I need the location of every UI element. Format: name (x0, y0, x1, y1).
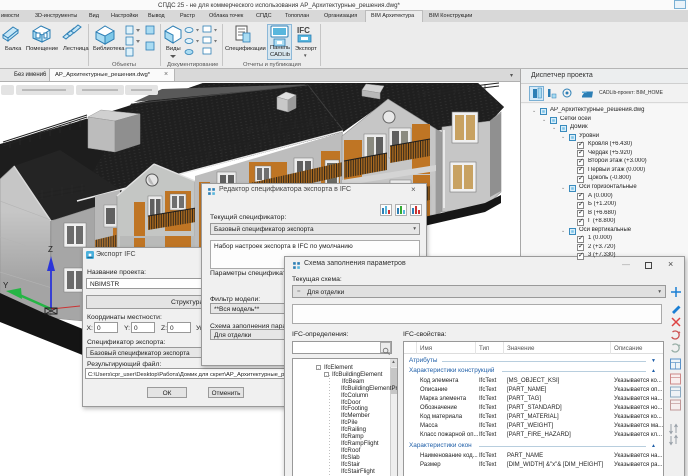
svg-text:Z: Z (48, 245, 53, 254)
svg-text:IFC: IFC (297, 26, 310, 35)
svg-text:Y: Y (3, 281, 9, 290)
